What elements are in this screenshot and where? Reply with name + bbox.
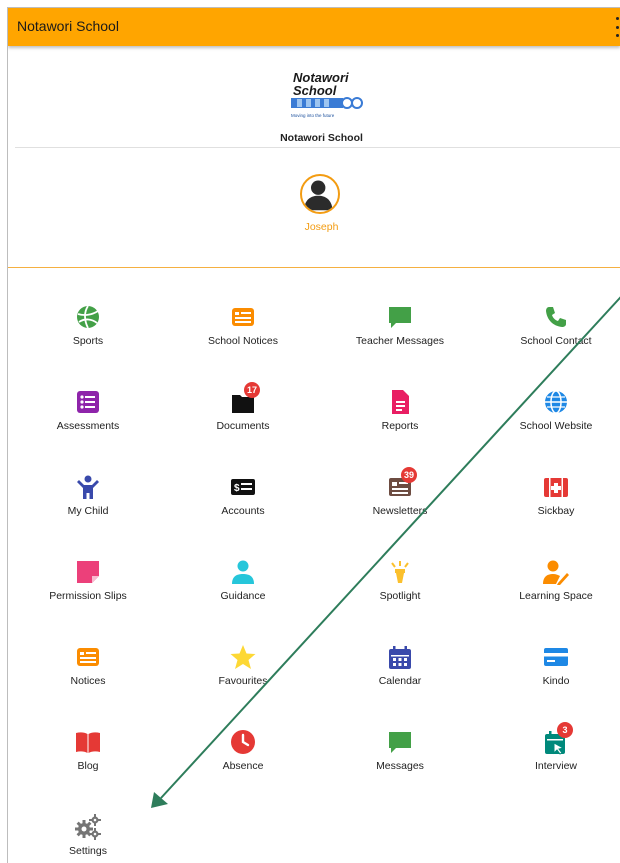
menu-tile-label: Assessments bbox=[56, 420, 120, 432]
menu-tile-label: School Website bbox=[519, 420, 593, 432]
menu-tile-absence[interactable]: Absence bbox=[173, 729, 313, 789]
globe-icon bbox=[543, 389, 569, 415]
menu-tile-favourites[interactable]: Favourites bbox=[173, 644, 313, 704]
menu-tile-settings[interactable]: Settings bbox=[18, 814, 158, 863]
chat-bubble-icon bbox=[387, 729, 413, 755]
person-edit-icon bbox=[543, 559, 569, 585]
badge-count: 39 bbox=[401, 467, 417, 483]
logo-line2: School bbox=[293, 83, 337, 98]
menu-tile-label: School Notices bbox=[207, 335, 279, 347]
menu-tile-notices[interactable]: Notices bbox=[18, 644, 158, 704]
svg-text:$: $ bbox=[234, 483, 240, 494]
calendar-click-icon: 3 bbox=[543, 722, 573, 755]
menu-tile-spotlight[interactable]: Spotlight bbox=[330, 559, 470, 619]
menu-tile-label: Sports bbox=[72, 335, 104, 347]
avatar[interactable] bbox=[300, 174, 340, 214]
newspaper-icon: 39 bbox=[387, 467, 417, 500]
menu-tile-my-child[interactable]: My Child bbox=[18, 474, 158, 534]
menu-tile-label: Spotlight bbox=[379, 590, 421, 602]
divider bbox=[15, 147, 620, 148]
menu-tile-label: Accounts bbox=[221, 505, 265, 517]
volleyball-icon bbox=[75, 304, 101, 330]
menu-tile-school-notices[interactable]: School Notices bbox=[173, 304, 313, 364]
menu-tile-reports[interactable]: Reports bbox=[330, 389, 470, 449]
logo-tagline: Moving into the future bbox=[291, 113, 335, 118]
app-title: Notawori School bbox=[17, 18, 119, 34]
badge-count: 17 bbox=[244, 382, 260, 398]
menu-tile-permission-slips[interactable]: Permission Slips bbox=[18, 559, 158, 619]
menu-tile-label: Documents bbox=[216, 420, 270, 432]
menu-tile-label: Newsletters bbox=[372, 505, 428, 517]
sticky-note-icon bbox=[75, 559, 101, 585]
menu-tile-label: Reports bbox=[381, 420, 419, 432]
menu-tile-documents[interactable]: 17 Documents bbox=[173, 382, 313, 449]
menu-tile-assessments[interactable]: Assessments bbox=[18, 389, 158, 449]
menu-tile-label: Interview bbox=[534, 760, 577, 772]
menu-tile-label: Favourites bbox=[218, 675, 268, 687]
chat-bubble-icon bbox=[387, 304, 413, 330]
menu-tile-label: Absence bbox=[222, 760, 264, 772]
badge-count: 3 bbox=[557, 722, 573, 738]
menu-tile-sickbay[interactable]: Sickbay bbox=[486, 474, 620, 534]
gears-icon bbox=[75, 814, 101, 840]
folder-icon: 17 bbox=[230, 382, 260, 415]
menu-tile-label: Blog bbox=[77, 760, 99, 772]
notices-icon bbox=[230, 304, 256, 330]
list-icon bbox=[75, 389, 101, 415]
menu-tile-label: Guidance bbox=[220, 590, 266, 602]
first-aid-icon bbox=[543, 474, 569, 500]
menu-tile-label: Notices bbox=[70, 675, 106, 687]
bill-icon: $ bbox=[230, 474, 256, 500]
menu-tile-label: Calendar bbox=[378, 675, 422, 687]
profile-name[interactable]: Joseph bbox=[8, 221, 620, 233]
menu-tile-label: Permission Slips bbox=[49, 590, 127, 602]
menu-tile-guidance[interactable]: Guidance bbox=[173, 559, 313, 619]
menu-tile-kindo[interactable]: Kindo bbox=[486, 644, 620, 704]
school-logo: Notawori School Moving into the future bbox=[291, 70, 363, 118]
menu-tile-school-contact[interactable]: School Contact bbox=[486, 304, 620, 364]
calendar-icon bbox=[387, 644, 413, 670]
app-bar: Notawori School bbox=[8, 8, 620, 46]
menu-tile-label: Messages bbox=[376, 760, 424, 772]
menu-tile-label: Kindo bbox=[542, 675, 570, 687]
menu-tile-school-website[interactable]: School Website bbox=[486, 389, 620, 449]
divider bbox=[8, 267, 620, 268]
menu-tile-messages[interactable]: Messages bbox=[330, 729, 470, 789]
person-icon bbox=[230, 559, 256, 585]
menu-tile-label: Learning Space bbox=[519, 590, 593, 602]
menu-tile-teacher-messages[interactable]: Teacher Messages bbox=[330, 304, 470, 364]
person-silhouette-icon bbox=[303, 180, 333, 211]
menu-tile-label: School Contact bbox=[520, 335, 592, 347]
book-icon bbox=[75, 729, 101, 755]
menu-tile-label: My Child bbox=[67, 505, 109, 517]
menu-tile-newsletters[interactable]: 39 Newsletters bbox=[330, 467, 470, 534]
spotlight-icon bbox=[387, 559, 413, 585]
school-name: Notawori School bbox=[280, 132, 363, 144]
child-icon bbox=[75, 474, 101, 500]
clock-icon bbox=[230, 729, 256, 755]
menu-tile-label: Settings bbox=[69, 845, 107, 857]
credit-card-icon bbox=[543, 644, 569, 670]
document-icon bbox=[387, 389, 413, 415]
star-icon bbox=[230, 644, 256, 670]
notices-icon bbox=[75, 644, 101, 670]
menu-tile-learning-space[interactable]: Learning Space bbox=[486, 559, 620, 619]
menu-tile-sports[interactable]: Sports bbox=[18, 304, 158, 364]
menu-tile-label: Teacher Messages bbox=[355, 335, 445, 347]
menu-tile-blog[interactable]: Blog bbox=[18, 729, 158, 789]
app-frame: Notawori School Notawori School Moving i… bbox=[7, 7, 620, 863]
menu-tile-interview[interactable]: 3 Interview bbox=[486, 722, 620, 789]
menu-tile-calendar[interactable]: Calendar bbox=[330, 644, 470, 704]
more-menu-icon[interactable] bbox=[614, 17, 620, 37]
menu-tile-label: Sickbay bbox=[537, 505, 575, 517]
menu-tile-accounts[interactable]: $ Accounts bbox=[173, 474, 313, 534]
phone-icon bbox=[543, 304, 569, 330]
